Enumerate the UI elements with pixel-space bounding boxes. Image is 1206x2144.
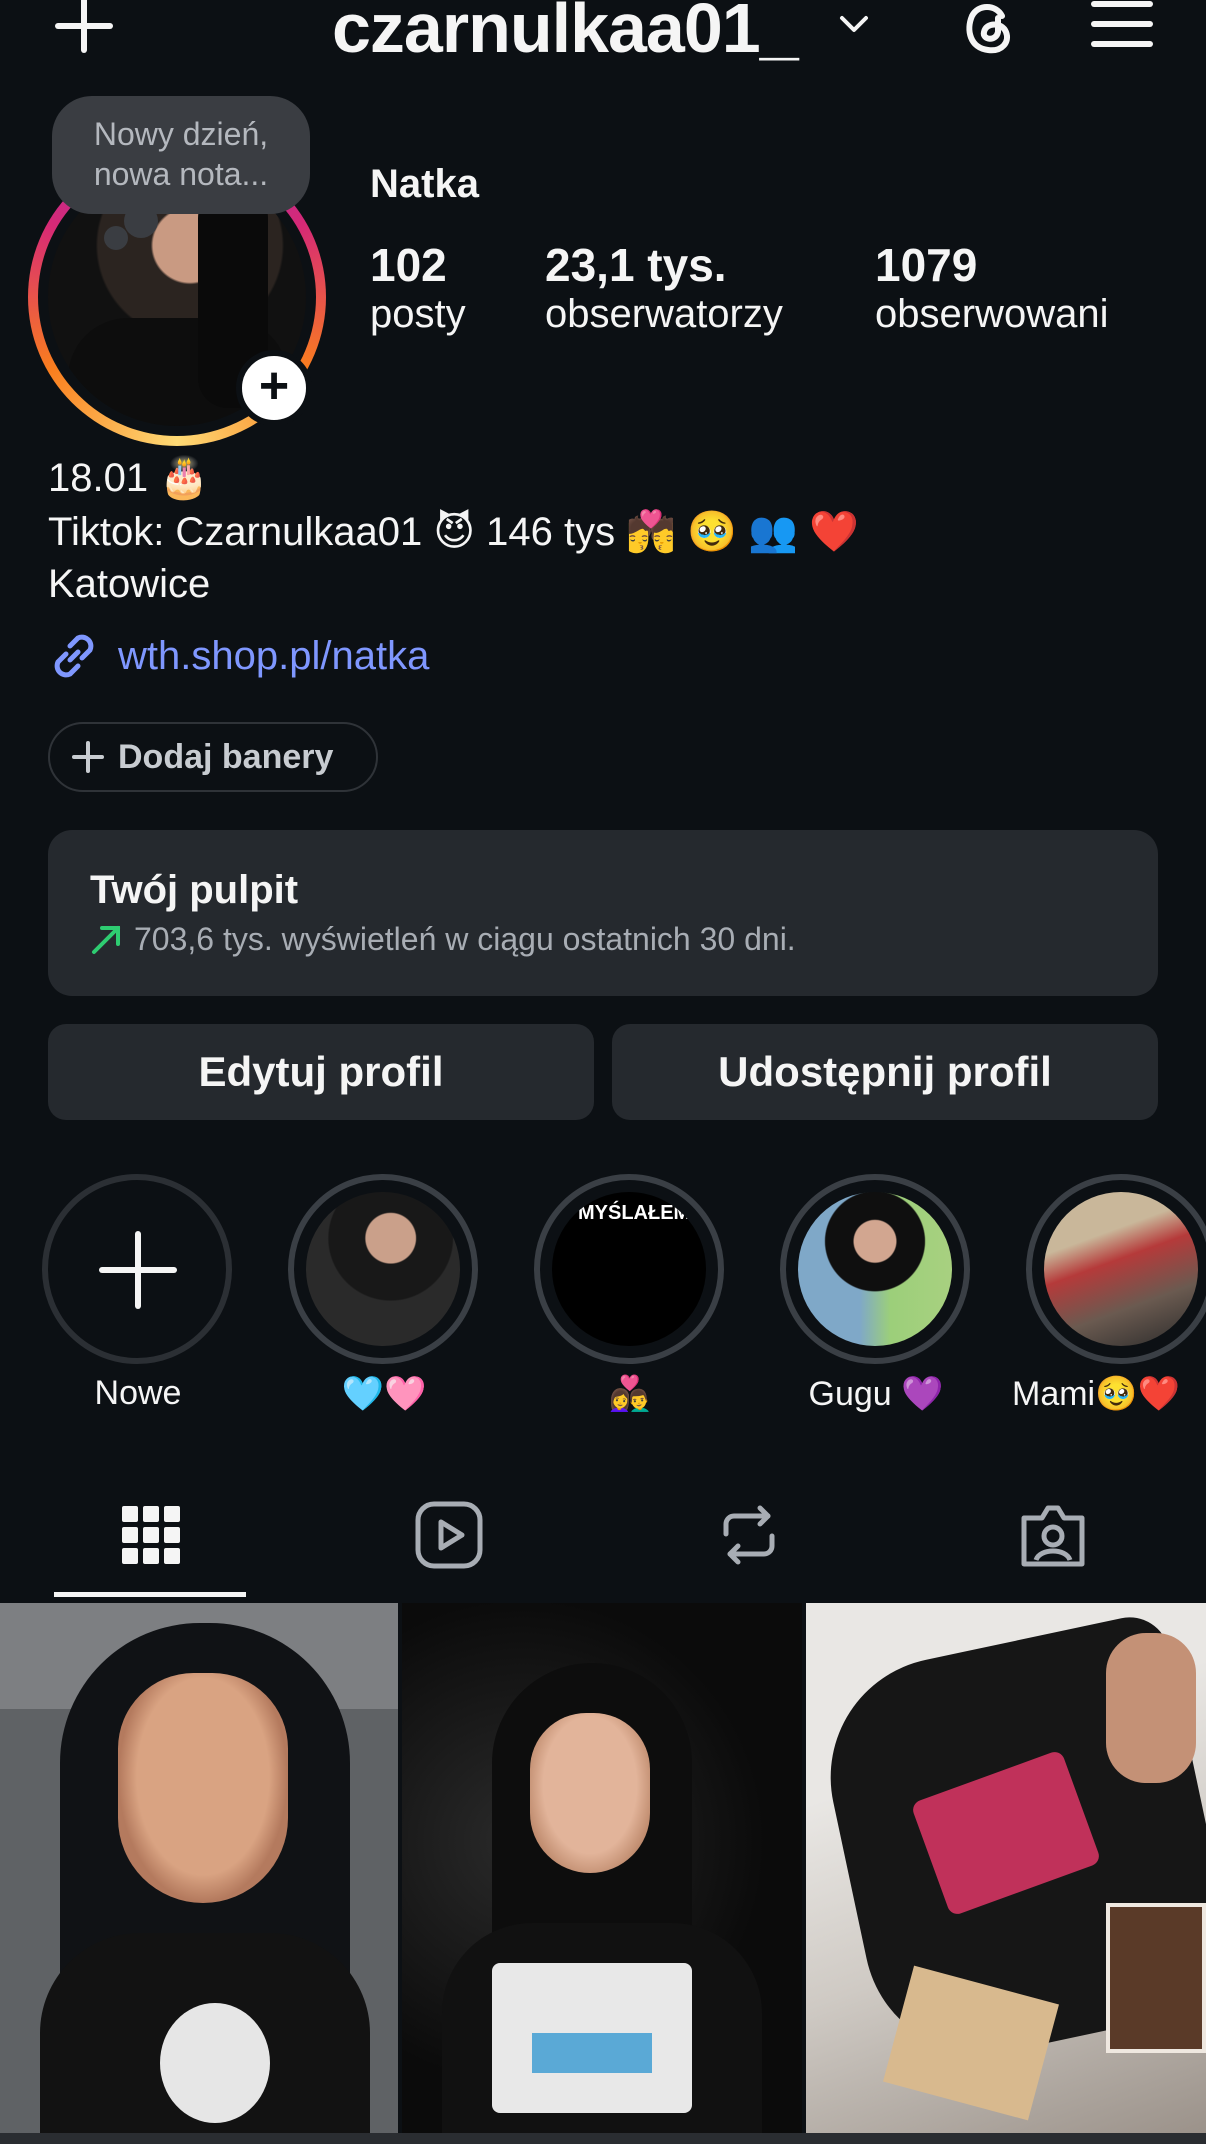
note-text-line1: Nowy dzień, <box>93 116 269 152</box>
threads-icon[interactable] <box>956 0 1022 60</box>
highlight-label-3: Gugu 💜 <box>808 1375 944 1413</box>
stat-following-value: 1079 <box>875 239 978 291</box>
profile-username[interactable]: czarnulkaa01_ <box>332 0 799 68</box>
reels-icon[interactable] <box>414 1500 484 1570</box>
highlight-label-4: Mami🥹❤️ <box>1012 1375 1180 1413</box>
edit-profile-button[interactable]: Edytuj profil <box>48 1024 594 1120</box>
add-banners-button[interactable]: Dodaj banery <box>48 722 378 792</box>
stat-posts-label: posty <box>370 292 466 336</box>
note-bubble[interactable]: Nowy dzień, nowa nota... <box>52 96 310 214</box>
add-banners-label: Dodaj banery <box>118 737 334 776</box>
add-story-button[interactable]: + <box>236 350 312 426</box>
highlight-cover <box>306 1192 460 1346</box>
note-text-line2: nowa nota... <box>93 156 269 192</box>
bio-line-2: Tiktok: Czarnulkaa01 😈 146 tys 💏 🥹 👥 ❤️ <box>48 510 859 554</box>
bio-line-3: Katowice <box>48 562 211 606</box>
create-plus-icon[interactable] <box>52 0 116 56</box>
highlight-new[interactable] <box>42 1174 232 1364</box>
stat-posts-value: 102 <box>370 239 447 291</box>
dashboard-subtitle: 703,6 tys. wyświetleń w ciągu ostatnich … <box>134 921 796 957</box>
reposts-icon[interactable] <box>714 1500 784 1570</box>
home-indicator-bar <box>0 2133 1206 2144</box>
highlight-4[interactable] <box>1026 1174 1206 1364</box>
highlight-cover <box>798 1192 952 1346</box>
highlight-label-2: 👩‍❤️‍👨 <box>608 1375 652 1413</box>
post-thumbnail-2[interactable] <box>402 1603 802 2133</box>
highlight-cover <box>1044 1192 1198 1346</box>
profile-name: Natka <box>370 162 479 206</box>
highlight-label-1: 🩵🩷 <box>341 1375 427 1413</box>
tagged-icon[interactable] <box>1018 1500 1088 1570</box>
post-thumbnail-3[interactable] <box>806 1603 1206 2133</box>
stat-followers[interactable]: 23,1 tys. obserwatorzy <box>545 238 783 337</box>
bio-link[interactable]: wth.shop.pl/natka <box>48 630 429 682</box>
plus-icon <box>99 1231 177 1309</box>
stat-following-label: obserwowani <box>875 292 1109 336</box>
bio-line-1: 18.01 🎂 <box>48 456 210 500</box>
highlight-cover-text: MYŚLAŁEM O LA <box>578 1202 706 1224</box>
stat-posts[interactable]: 102 posty <box>370 238 466 337</box>
highlight-label-new: Nowe <box>94 1374 182 1412</box>
share-profile-button[interactable]: Udostępnij profil <box>612 1024 1158 1120</box>
link-icon <box>54 634 94 678</box>
stat-followers-value: 23,1 tys. <box>545 239 727 291</box>
plus-icon <box>72 741 104 773</box>
highlight-3[interactable] <box>780 1174 970 1364</box>
plus-icon: + <box>258 357 290 415</box>
trend-up-arrow-icon <box>92 925 120 954</box>
active-tab-indicator <box>54 1592 246 1597</box>
grid-icon[interactable] <box>116 1500 186 1570</box>
dashboard-title: Twój pulpit <box>90 868 299 912</box>
professional-dashboard[interactable]: Twój pulpit 703,6 tys. wyświetleń w ciąg… <box>48 830 1158 996</box>
highlight-1[interactable] <box>288 1174 478 1364</box>
post-thumbnail-1[interactable] <box>0 1603 398 2133</box>
bio-link-text: wth.shop.pl/natka <box>118 633 430 678</box>
highlight-2[interactable]: MYŚLAŁEM O LA <box>534 1174 724 1364</box>
stat-followers-label: obserwatorzy <box>545 292 783 336</box>
stat-following[interactable]: 1079 obserwowani <box>875 238 1108 337</box>
chevron-down-icon[interactable] <box>836 6 872 42</box>
menu-icon[interactable] <box>1090 0 1154 50</box>
highlight-cover: MYŚLAŁEM O LA <box>552 1192 706 1346</box>
